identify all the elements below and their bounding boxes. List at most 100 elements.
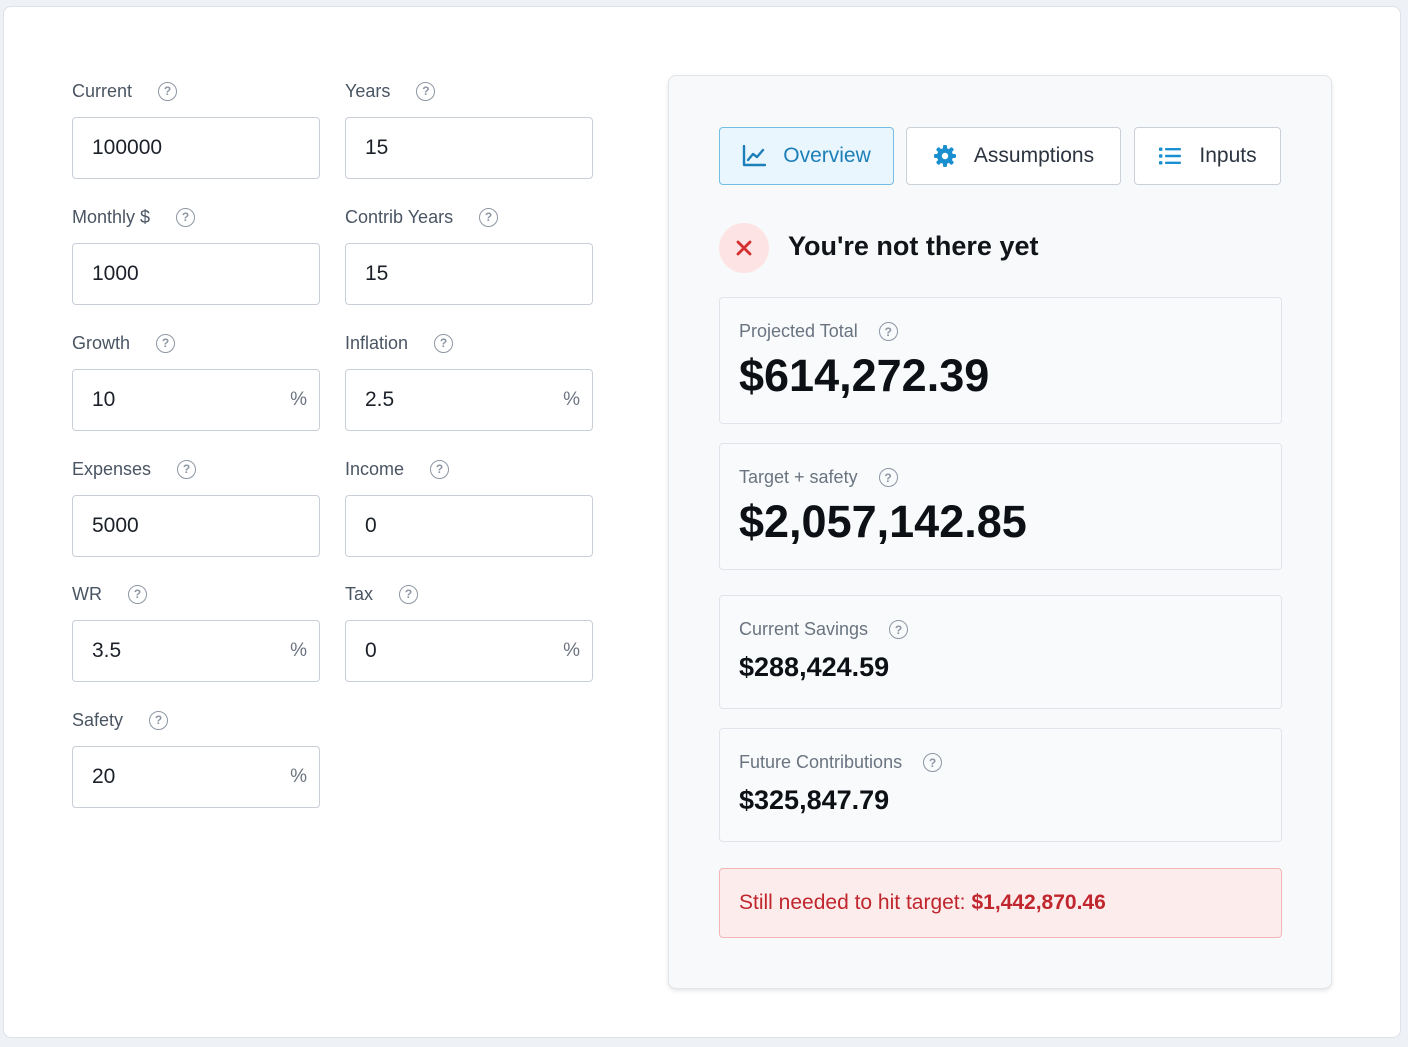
current-field: Current ?	[72, 79, 320, 179]
tab-inputs[interactable]: Inputs	[1134, 127, 1281, 185]
current-savings-value: $288,424.59	[739, 652, 890, 682]
expenses-input-wrap	[72, 495, 320, 557]
current-label: Current	[72, 80, 133, 101]
help-icon[interactable]: ?	[416, 81, 436, 101]
tab-assumptions[interactable]: Assumptions	[906, 127, 1121, 185]
percent-suffix: %	[563, 389, 580, 410]
safety-input-wrap: %	[72, 746, 320, 808]
close-icon	[736, 240, 752, 256]
percent-suffix: %	[290, 640, 307, 661]
income-input[interactable]	[346, 496, 592, 556]
current-savings-label-row: Current Savings ?	[739, 619, 909, 640]
projected-total-card: Projected Total ? $614,272.39	[719, 297, 1282, 424]
help-icon[interactable]: ?	[176, 207, 196, 227]
list-icon	[1159, 147, 1182, 165]
future-contributions-label-row: Future Contributions ?	[739, 752, 943, 773]
future-contributions-label: Future Contributions	[739, 752, 903, 772]
years-field: Years ?	[345, 79, 593, 179]
tab-overview[interactable]: Overview	[719, 127, 894, 185]
safety-label-row: Safety ?	[72, 708, 320, 732]
target-safety-label: Target + safety	[739, 467, 858, 487]
inflation-label: Inflation	[345, 332, 409, 353]
help-icon[interactable]: ?	[149, 710, 169, 730]
help-icon[interactable]: ?	[156, 333, 176, 353]
inflation-field: Inflation ? %	[345, 331, 593, 431]
projected-total-value: $614,272.39	[739, 350, 990, 401]
current-savings-label: Current Savings	[739, 619, 869, 639]
gear-icon	[933, 145, 956, 167]
help-icon[interactable]: ?	[399, 584, 419, 604]
projected-total-label-row: Projected Total ?	[739, 321, 898, 342]
wr-input-wrap: %	[72, 620, 320, 682]
inflation-input[interactable]	[346, 370, 592, 430]
tax-input[interactable]	[346, 621, 592, 681]
contrib-years-field: Contrib Years ?	[345, 205, 593, 305]
current-input[interactable]	[73, 118, 319, 178]
growth-label-row: Growth ?	[72, 331, 320, 355]
inflation-label-row: Inflation ?	[345, 331, 593, 355]
wr-label: WR	[72, 583, 102, 604]
help-icon[interactable]: ?	[128, 584, 147, 604]
years-input[interactable]	[346, 118, 592, 178]
status-message: You're not there yet	[788, 231, 1039, 261]
current-input-wrap	[72, 117, 320, 179]
target-safety-value: $2,057,142.85	[739, 496, 1027, 547]
years-label: Years	[345, 80, 391, 101]
monthly-input[interactable]	[73, 244, 319, 304]
contrib-years-label: Contrib Years	[345, 206, 454, 227]
tax-field: Tax ? %	[345, 582, 593, 682]
contrib-years-label-row: Contrib Years ?	[345, 205, 593, 229]
help-icon[interactable]: ?	[878, 468, 898, 487]
help-icon[interactable]: ?	[177, 459, 197, 479]
wr-field: WR ? %	[72, 582, 320, 682]
target-safety-card: Target + safety ? $2,057,142.85	[719, 443, 1282, 570]
help-icon[interactable]: ?	[434, 333, 454, 353]
income-input-wrap	[345, 495, 593, 557]
safety-field: Safety ? %	[72, 708, 320, 808]
percent-suffix: %	[563, 640, 580, 661]
growth-input-wrap: %	[72, 369, 320, 431]
tab-inputs-label: Inputs	[1199, 144, 1257, 167]
current-savings-card: Current Savings ? $288,424.59	[719, 595, 1282, 709]
future-contributions-value: $325,847.79	[739, 785, 890, 815]
tab-assumptions-label: Assumptions	[973, 144, 1095, 167]
results-panel: Overview Assumptions Inputs You're not t…	[668, 75, 1332, 989]
future-contributions-card: Future Contributions ? $325,847.79	[719, 728, 1282, 842]
tab-overview-label: Overview	[783, 144, 871, 167]
expenses-label-row: Expenses ?	[72, 457, 320, 481]
monthly-input-wrap	[72, 243, 320, 305]
tax-label: Tax	[345, 583, 374, 604]
projected-total-label: Projected Total	[739, 321, 858, 341]
help-icon[interactable]: ?	[158, 81, 178, 101]
monthly-label-row: Monthly $ ?	[72, 205, 320, 229]
status-icon	[719, 223, 769, 273]
help-icon[interactable]: ?	[878, 322, 898, 341]
help-icon[interactable]: ?	[889, 620, 909, 639]
growth-field: Growth ? %	[72, 331, 320, 431]
percent-suffix: %	[290, 766, 307, 787]
safety-input[interactable]	[73, 747, 319, 807]
expenses-field: Expenses ?	[72, 457, 320, 557]
growth-input[interactable]	[73, 370, 319, 430]
income-field: Income ?	[345, 457, 593, 557]
income-label: Income	[345, 458, 405, 479]
contrib-years-input[interactable]	[346, 244, 592, 304]
inflation-input-wrap: %	[345, 369, 593, 431]
income-label-row: Income ?	[345, 457, 593, 481]
current-label-row: Current ?	[72, 79, 320, 103]
wr-input[interactable]	[73, 621, 319, 681]
expenses-input[interactable]	[73, 496, 319, 556]
expenses-label: Expenses	[72, 458, 152, 479]
help-icon[interactable]: ?	[479, 207, 499, 227]
target-safety-label-row: Target + safety ?	[739, 467, 898, 488]
tax-input-wrap: %	[345, 620, 593, 682]
help-icon[interactable]: ?	[923, 753, 943, 772]
contrib-years-input-wrap	[345, 243, 593, 305]
percent-suffix: %	[290, 389, 307, 410]
help-icon[interactable]: ?	[430, 459, 450, 479]
safety-label: Safety	[72, 709, 124, 730]
years-input-wrap	[345, 117, 593, 179]
shortfall-text: Still needed to hit target:	[739, 891, 966, 914]
years-label-row: Years ?	[345, 79, 593, 103]
monthly-field: Monthly $ ?	[72, 205, 320, 305]
